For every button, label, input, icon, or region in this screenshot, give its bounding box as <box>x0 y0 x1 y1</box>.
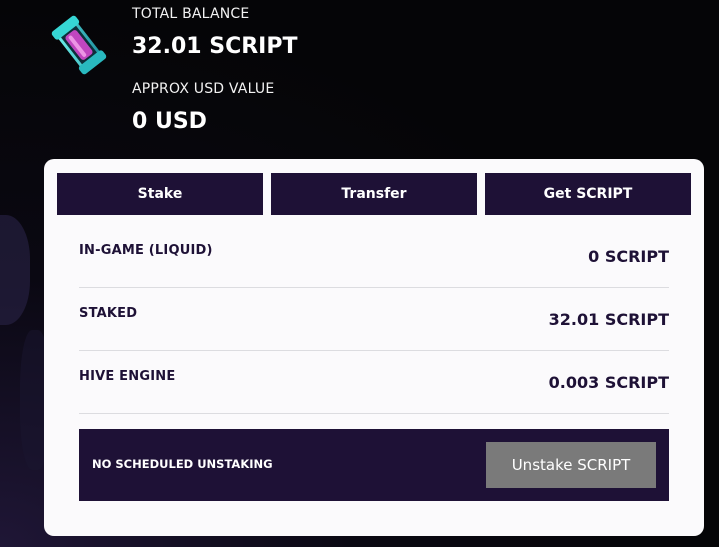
unstake-button[interactable]: Unstake SCRIPT <box>486 442 656 488</box>
transfer-tab[interactable]: Transfer <box>271 173 477 215</box>
row-label: HIVE ENGINE <box>79 369 176 384</box>
row-value: 0 SCRIPT <box>588 247 669 266</box>
wallet-card: Stake Transfer Get SCRIPT IN-GAME (LIQUI… <box>44 159 704 536</box>
usd-value: 0 USD <box>132 109 207 134</box>
row-label: IN-GAME (LIQUID) <box>79 243 213 258</box>
script-token-capsule-icon <box>51 15 107 75</box>
stake-tab[interactable]: Stake <box>57 173 263 215</box>
usd-value-label: APPROX USD VALUE <box>132 81 275 97</box>
balance-header: TOTAL BALANCE 32.01 SCRIPT APPROX USD VA… <box>0 0 719 155</box>
background-decoration <box>0 215 30 325</box>
balance-row-staked: STAKED 32.01 SCRIPT <box>79 288 669 351</box>
total-balance-label: TOTAL BALANCE <box>132 6 250 22</box>
unstaking-panel: NO SCHEDULED UNSTAKING Unstake SCRIPT <box>79 429 669 501</box>
balance-row-liquid: IN-GAME (LIQUID) 0 SCRIPT <box>79 225 669 288</box>
balance-row-hive-engine: HIVE ENGINE 0.003 SCRIPT <box>79 351 669 414</box>
total-balance-value: 32.01 SCRIPT <box>132 34 298 59</box>
row-label: STAKED <box>79 306 138 321</box>
row-value: 0.003 SCRIPT <box>548 373 669 392</box>
unstaking-status: NO SCHEDULED UNSTAKING <box>92 457 273 471</box>
row-value: 32.01 SCRIPT <box>548 310 669 329</box>
get-script-tab[interactable]: Get SCRIPT <box>485 173 691 215</box>
